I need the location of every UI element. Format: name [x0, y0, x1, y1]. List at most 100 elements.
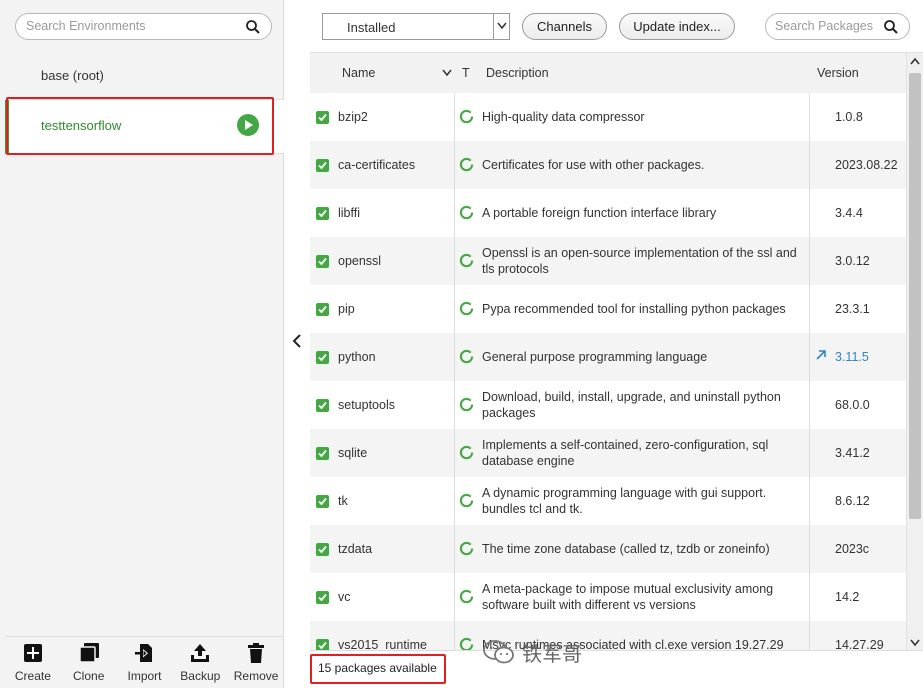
table-row[interactable]: setuptools Download, build, install, upgr…	[310, 381, 906, 429]
checkmark-icon	[318, 353, 327, 362]
package-version: 3.4.4	[835, 206, 863, 220]
search-environments-input[interactable]	[26, 19, 236, 33]
update-arrow-icon[interactable]	[815, 349, 827, 361]
installed-checkbox[interactable]	[316, 447, 329, 460]
installed-checkbox[interactable]	[316, 543, 329, 556]
column-divider	[454, 477, 455, 525]
column-header-version[interactable]: Version	[817, 66, 859, 80]
installed-checkbox[interactable]	[316, 303, 329, 316]
import-icon	[135, 644, 153, 662]
chevron-up-icon	[910, 57, 920, 65]
column-header-type[interactable]: T	[462, 66, 470, 80]
scroll-down-button[interactable]	[907, 633, 923, 650]
checkmark-icon	[318, 257, 327, 266]
chevron-down-icon	[910, 639, 920, 647]
package-version: 1.0.8	[835, 110, 863, 124]
package-version: 14.27.29	[835, 638, 884, 650]
package-type-icon	[459, 493, 474, 508]
wechat-logo-icon	[483, 640, 514, 664]
installed-checkbox[interactable]	[316, 207, 329, 220]
collapse-panel-handle[interactable]	[284, 0, 310, 688]
env-item-testtensorflow[interactable]: testtensorflow	[5, 100, 284, 154]
play-icon[interactable]	[237, 114, 259, 136]
table-row[interactable]: pip Pypa recommended tool for installing …	[310, 285, 906, 333]
table-row[interactable]: bzip2 High-quality data compressor 1.0.8	[310, 93, 906, 141]
column-divider	[454, 333, 455, 381]
package-version: 2023c	[835, 542, 870, 556]
package-filter-select[interactable]: Installed	[322, 13, 510, 40]
table-row[interactable]: tk A dynamic programming language with gu…	[310, 477, 906, 525]
packages-panel: Installed Channels Update index... Name …	[310, 0, 923, 688]
package-type-icon	[459, 397, 474, 412]
watermark: 铁军哥	[482, 637, 582, 667]
package-description: The time zone database (called tz, tzdb …	[482, 542, 770, 556]
table-row[interactable]: python General purpose programming langua…	[310, 333, 906, 381]
package-version: 3.11.5	[835, 350, 869, 364]
table-row[interactable]: sqlite Implements a self-contained, zero-…	[310, 429, 906, 477]
create-button[interactable]: Create	[5, 637, 61, 688]
package-version: 2023.08.22	[835, 158, 898, 172]
plus-icon	[23, 644, 42, 662]
column-divider	[809, 237, 810, 285]
table-row[interactable]: libffi A portable foreign function interf…	[310, 189, 906, 237]
package-name: pip	[338, 302, 355, 316]
table-body: bzip2 High-quality data compressor 1.0.8 ca…	[310, 93, 906, 650]
package-description: Certificates for use with other packages…	[482, 158, 705, 172]
search-packages-input[interactable]	[775, 19, 880, 33]
env-label: testtensorflow	[41, 118, 122, 133]
remove-button[interactable]: Remove	[228, 637, 284, 688]
search-icon[interactable]	[245, 19, 261, 35]
package-name: vc	[338, 590, 351, 604]
installed-checkbox[interactable]	[316, 639, 329, 650]
scroll-up-button[interactable]	[907, 53, 923, 71]
column-divider	[454, 381, 455, 429]
installed-checkbox[interactable]	[316, 351, 329, 364]
column-divider	[454, 93, 455, 141]
search-icon[interactable]	[883, 19, 899, 35]
package-type-icon	[459, 349, 474, 364]
package-description: A meta-package to impose mutual exclusiv…	[482, 582, 774, 612]
packages-footer: 15 packages available	[310, 650, 923, 688]
env-label: base (root)	[41, 68, 104, 83]
update-index-button[interactable]: Update index...	[619, 13, 735, 40]
channels-button[interactable]: Channels	[522, 13, 607, 40]
env-item-base[interactable]: base (root)	[5, 52, 284, 100]
remove-label: Remove	[233, 669, 279, 683]
table-row[interactable]: tzdata The time zone database (called tz,…	[310, 525, 906, 573]
package-version: 3.0.12	[835, 254, 870, 268]
search-packages-field[interactable]	[765, 13, 910, 40]
package-description: Openssl is an open-source implementation…	[482, 246, 797, 276]
scroll-thumb[interactable]	[909, 73, 921, 519]
table-row[interactable]: openssl Openssl is an open-source impleme…	[310, 237, 906, 285]
sort-chevron-icon[interactable]	[442, 69, 452, 77]
installed-checkbox[interactable]	[316, 255, 329, 268]
checkmark-icon	[318, 641, 327, 650]
installed-checkbox[interactable]	[316, 591, 329, 604]
checkmark-icon	[318, 401, 327, 410]
checkmark-icon	[318, 449, 327, 458]
installed-checkbox[interactable]	[316, 111, 329, 124]
table-row[interactable]: vs2015_runtime Msvc runtimes associated w…	[310, 621, 906, 650]
upload-icon	[191, 644, 210, 662]
installed-checkbox[interactable]	[316, 399, 329, 412]
dropdown-button[interactable]	[493, 14, 509, 39]
package-description: Implements a self-contained, zero-config…	[482, 438, 769, 468]
table-row[interactable]: ca-certificates Certificates for use with…	[310, 141, 906, 189]
search-environments-field[interactable]	[15, 13, 272, 40]
backup-button[interactable]: Backup	[172, 637, 228, 688]
trash-icon	[248, 643, 265, 663]
column-divider	[454, 285, 455, 333]
table-row[interactable]: vc A meta-package to impose mutual exclus…	[310, 573, 906, 621]
column-header-description[interactable]: Description	[486, 66, 549, 80]
installed-checkbox[interactable]	[316, 495, 329, 508]
vertical-scrollbar[interactable]	[906, 53, 923, 650]
column-divider	[809, 381, 810, 429]
package-name: python	[338, 350, 376, 364]
installed-checkbox[interactable]	[316, 159, 329, 172]
column-header-name[interactable]: Name	[342, 66, 375, 80]
clone-button[interactable]: Clone	[61, 637, 117, 688]
package-name: bzip2	[338, 110, 368, 124]
chevron-left-icon[interactable]	[292, 334, 302, 348]
import-button[interactable]: Import	[117, 637, 173, 688]
package-name: openssl	[338, 254, 382, 268]
